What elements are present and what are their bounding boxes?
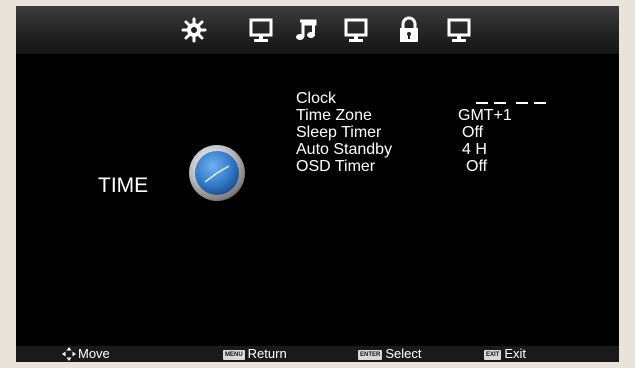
tab-picture[interactable]: [246, 15, 276, 45]
monitor-icon: [249, 18, 273, 42]
menu-tab-bar: [16, 6, 619, 54]
tv-osd-screen: TIME Clock Time Zone Sleep Timer Auto St…: [16, 6, 619, 362]
menu-item-auto-standby[interactable]: Auto Standby: [296, 141, 392, 158]
music-note-icon: [296, 19, 317, 40]
menu-item-time-zone[interactable]: Time Zone: [296, 107, 392, 124]
gear-icon: [181, 17, 207, 43]
tab-sound[interactable]: [291, 15, 321, 45]
auto-standby-value: 4 H: [462, 141, 487, 158]
monitor-icon: [447, 18, 471, 42]
sleep-timer-value: Off: [462, 124, 484, 141]
time-menu-values: -- -- GMT+1 Off 4 H Off: [446, 90, 546, 175]
section-title: TIME: [98, 174, 149, 197]
hint-move: Move: [62, 346, 110, 362]
hint-select: ENTER Select: [358, 346, 421, 362]
tab-option[interactable]: [444, 15, 474, 45]
hint-exit-label: Exit: [504, 346, 527, 361]
clock-value: -- --: [446, 90, 546, 107]
exit-key-icon: EXIT: [484, 350, 502, 360]
tab-setup[interactable]: [179, 15, 209, 45]
hint-select-label: Select: [385, 346, 422, 361]
clock-icon: [188, 144, 246, 202]
monitor-icon: [344, 18, 368, 42]
enter-key-icon: ENTER: [358, 350, 383, 360]
menu-item-clock[interactable]: Clock: [296, 90, 392, 107]
time-zone-value: GMT+1: [458, 107, 512, 124]
tab-channel[interactable]: [341, 15, 371, 45]
tab-lock[interactable]: [394, 15, 424, 45]
time-menu-list: Clock Time Zone Sleep Timer Auto Standby…: [296, 90, 392, 175]
osd-timer-value: Off: [466, 158, 488, 175]
menu-item-osd-timer[interactable]: OSD Timer: [296, 158, 392, 175]
hint-return: MENU Return: [223, 346, 287, 362]
hint-move-label: Move: [78, 346, 110, 361]
hint-return-label: Return: [247, 346, 287, 361]
lock-icon: [400, 16, 418, 42]
footer-hint-bar: Move MENU Return ENTER Select EXIT Exit: [16, 346, 619, 362]
hint-exit: EXIT Exit: [484, 346, 526, 362]
menu-key-icon: MENU: [223, 350, 245, 360]
menu-item-sleep-timer[interactable]: Sleep Timer: [296, 124, 392, 141]
move-arrows-icon: [62, 347, 76, 361]
